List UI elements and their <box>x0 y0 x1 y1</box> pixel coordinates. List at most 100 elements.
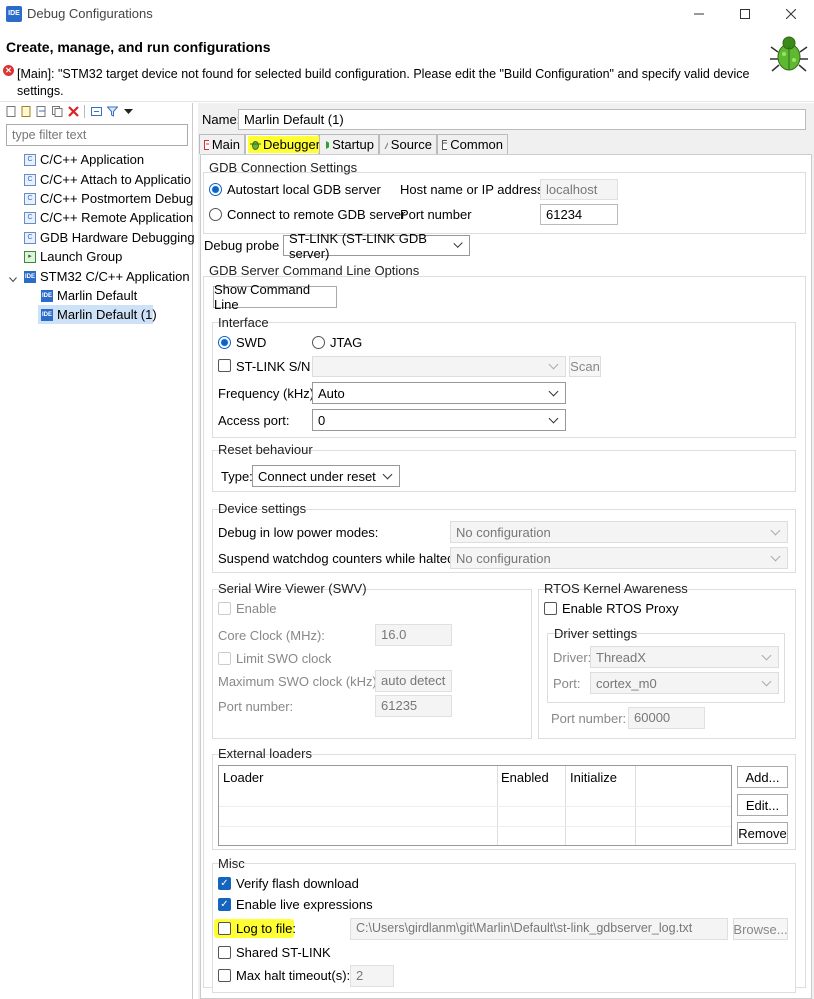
max-halt-input[interactable]: 2 <box>350 965 394 987</box>
chevron-down-icon <box>382 469 393 479</box>
edit-loader-button[interactable]: Edit... <box>737 794 788 816</box>
port-input[interactable]: 61234 <box>540 204 618 225</box>
rtos-port-select[interactable]: cortex_m0 <box>590 672 779 694</box>
autostart-label: Autostart local GDB server <box>227 182 381 197</box>
stlink-sn-select[interactable] <box>312 356 566 377</box>
tree-item-cpp-application[interactable]: C C/C++ Application <box>24 150 144 169</box>
rtos-port-number-label: Port number: <box>551 711 627 726</box>
swv-enable-checkbox[interactable] <box>218 602 231 615</box>
view-menu-chevron-down-icon[interactable] <box>123 106 134 117</box>
access-port-label: Access port: <box>218 413 290 428</box>
live-expressions-label: Enable live expressions <box>236 897 373 912</box>
low-power-select[interactable]: No configuration <box>450 521 788 543</box>
remove-loader-button[interactable]: Remove <box>737 822 788 844</box>
maximize-button[interactable] <box>722 0 768 28</box>
watchdog-label: Suspend watchdog counters while halted: <box>218 551 458 566</box>
verify-flash-checkbox[interactable]: ✓ <box>218 877 231 890</box>
export-icon[interactable] <box>36 106 47 117</box>
loader-column-header: Loader <box>223 770 264 785</box>
rtos-port-number-input[interactable]: 60000 <box>628 707 705 729</box>
ide-logo-icon: IDE <box>6 6 22 22</box>
ide-config-icon: IDE <box>24 270 36 283</box>
delete-icon[interactable] <box>68 106 79 117</box>
source-icon <box>384 141 388 149</box>
filter-icon[interactable] <box>107 106 118 117</box>
initialize-column-header: Initialize <box>570 770 617 785</box>
error-message: [Main]: "STM32 target device not found f… <box>17 67 750 98</box>
jtag-label: JTAG <box>330 335 363 350</box>
frequency-label: Frequency (kHz): <box>218 386 318 401</box>
tree-item-stm32-application[interactable]: IDE STM32 C/C++ Application <box>24 267 190 286</box>
core-clock-input[interactable]: 16.0 <box>375 624 452 646</box>
c-config-icon: C <box>24 231 36 244</box>
remote-radio[interactable] <box>209 208 222 221</box>
new-prototype-icon[interactable] <box>21 106 32 117</box>
tab-debugger[interactable]: Debugger <box>245 134 323 154</box>
close-button[interactable] <box>768 0 814 28</box>
chevron-down-icon <box>770 525 781 535</box>
host-label: Host name or IP address <box>400 182 544 197</box>
tab-source[interactable]: Source <box>379 134 437 154</box>
live-expressions-checkbox[interactable]: ✓ <box>218 898 231 911</box>
tab-common[interactable]: Common <box>437 134 508 154</box>
host-input[interactable]: localhost <box>540 179 618 200</box>
verify-flash-label: Verify flash download <box>236 876 359 891</box>
tab-main[interactable]: Main <box>199 134 245 154</box>
collapse-all-icon[interactable] <box>91 106 102 117</box>
new-config-icon[interactable] <box>6 106 17 117</box>
autostart-radio[interactable] <box>209 183 222 196</box>
debugger-highlight: Debugger <box>248 136 323 153</box>
ide-config-icon: IDE <box>41 308 53 321</box>
jtag-radio[interactable] <box>312 336 325 349</box>
scan-button[interactable]: Scan <box>569 356 601 377</box>
shared-stlink-checkbox[interactable] <box>218 946 231 959</box>
log-to-file-checkbox[interactable] <box>218 922 231 935</box>
swv-port-input[interactable]: 61235 <box>375 695 452 717</box>
launch-group-icon: ▸ <box>24 250 36 263</box>
swd-radio[interactable] <box>218 336 231 349</box>
tree-item-gdb-hardware[interactable]: C GDB Hardware Debugging <box>24 228 195 247</box>
tab-startup[interactable]: Startup <box>319 134 379 154</box>
stlink-sn-label: ST-LINK S/N <box>236 359 311 374</box>
duplicate-icon[interactable] <box>52 106 63 117</box>
watchdog-select[interactable]: No configuration <box>450 547 788 569</box>
tree-item-cpp-remote[interactable]: C C/C++ Remote Application <box>24 208 193 227</box>
low-power-label: Debug in low power modes: <box>218 525 379 540</box>
debug-bug-icon <box>770 36 808 72</box>
reset-type-label: Type: <box>221 469 253 484</box>
tree-item-marlin-default-1[interactable]: IDE Marlin Default (1) <box>38 305 157 324</box>
log-to-file-label: Log to file: <box>236 921 296 936</box>
limit-swo-checkbox[interactable] <box>218 652 231 665</box>
driver-select[interactable]: ThreadX <box>590 646 779 668</box>
chevron-down-icon <box>761 676 772 686</box>
reset-type-select[interactable]: Connect under reset <box>252 465 400 487</box>
tree-expand-chevron-down-icon[interactable] <box>9 272 17 283</box>
browse-button[interactable]: Browse... <box>733 918 788 940</box>
max-swo-input[interactable]: auto detect <box>375 670 452 692</box>
external-loaders-title: External loaders <box>218 746 312 761</box>
swv-port-label: Port number: <box>218 699 294 714</box>
filter-input[interactable]: type filter text <box>6 124 188 146</box>
chevron-down-icon <box>548 359 559 370</box>
debug-probe-select[interactable]: ST-LINK (ST-LINK GDB server) <box>283 231 470 261</box>
access-port-select[interactable]: 0 <box>312 409 566 431</box>
main-tab-icon <box>204 139 209 150</box>
c-config-icon: C <box>24 173 36 186</box>
debugger-bug-icon <box>250 141 261 150</box>
misc-title: Misc <box>218 856 245 871</box>
tree-item-launch-group[interactable]: ▸ Launch Group <box>24 247 122 266</box>
max-halt-checkbox[interactable] <box>218 969 231 982</box>
stlink-sn-checkbox[interactable] <box>218 359 231 372</box>
minimize-button[interactable] <box>676 0 722 28</box>
log-file-path-input[interactable]: C:\Users\girdlanm\git\Marlin\Default\st-… <box>350 918 728 940</box>
tree-item-cpp-postmortem[interactable]: C C/C++ Postmortem Debug <box>24 189 193 208</box>
name-input[interactable]: Marlin Default (1) <box>238 109 806 130</box>
remote-label: Connect to remote GDB server <box>227 207 406 222</box>
show-command-line-button[interactable]: Show Command Line <box>213 282 337 312</box>
tree-item-marlin-default[interactable]: IDE Marlin Default <box>41 286 137 305</box>
tree-item-cpp-attach[interactable]: C C/C++ Attach to Applicatio <box>24 170 191 189</box>
add-loader-button[interactable]: Add... <box>737 766 788 788</box>
rtos-proxy-checkbox[interactable] <box>544 602 557 615</box>
c-config-icon: C <box>24 192 36 205</box>
frequency-select[interactable]: Auto <box>312 382 566 404</box>
